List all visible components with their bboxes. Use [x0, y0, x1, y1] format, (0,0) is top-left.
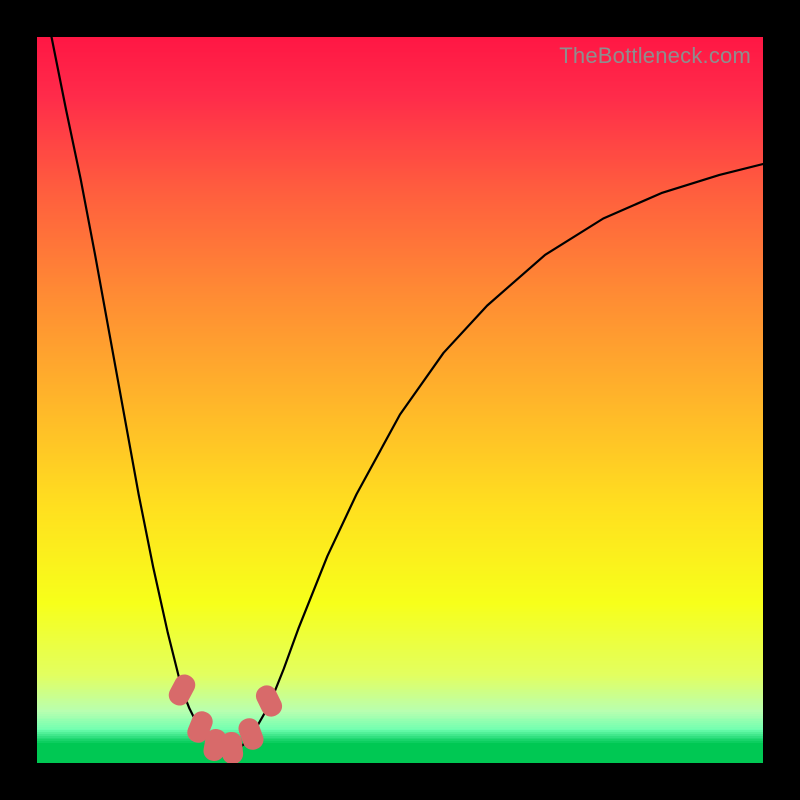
bottleneck-curve — [37, 37, 763, 763]
watermark-text: TheBottleneck.com — [559, 43, 751, 69]
chart-frame: TheBottleneck.com — [0, 0, 800, 800]
plot-area: TheBottleneck.com — [37, 37, 763, 763]
